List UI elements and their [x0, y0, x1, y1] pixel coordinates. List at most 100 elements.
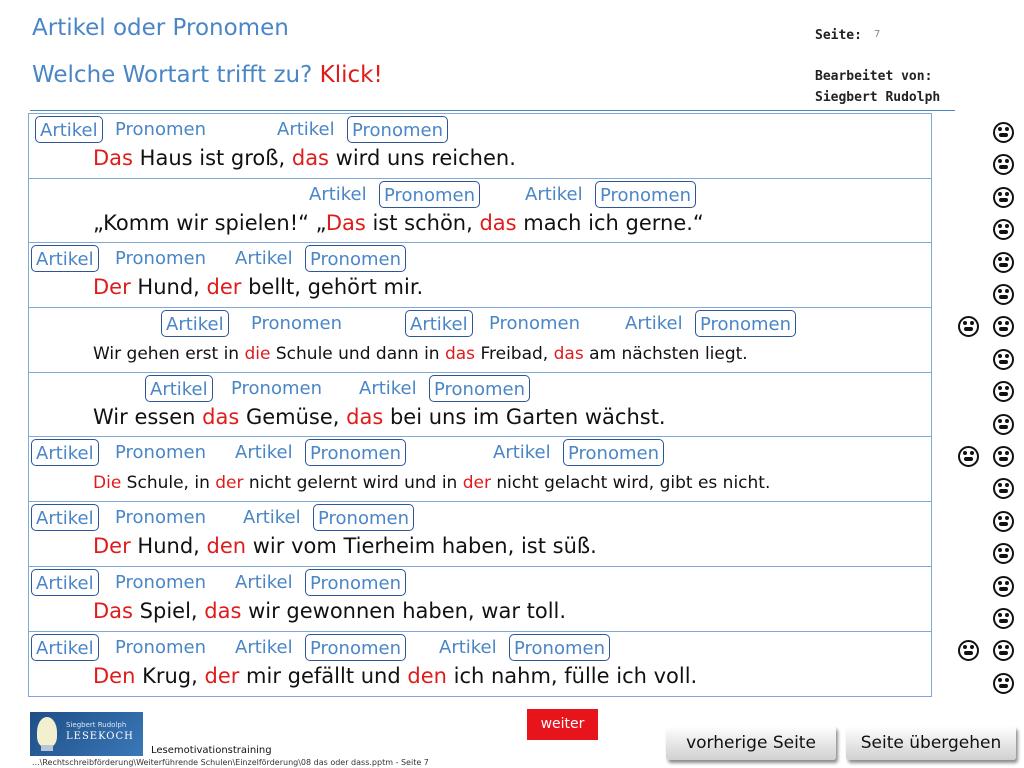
sentence: Wir gehen erst in die Schule und dann in…	[93, 344, 748, 365]
question: Welche Wortart trifft zu? Klick!	[32, 62, 383, 88]
option-pronomen[interactable]: Pronomen	[305, 568, 406, 596]
frown-face-icon	[958, 316, 979, 337]
option-artikel[interactable]: Artikel	[31, 633, 99, 661]
exercise-row: Artikel Pronomen Artikel Pronomen Artike…	[29, 308, 931, 373]
sentence: Wir essen das Gemüse, das bei uns im Gar…	[93, 404, 666, 429]
exercise-row: Artikel Pronomen Artikel Pronomen Das Sp…	[29, 567, 931, 632]
option-pronomen[interactable]: Pronomen	[305, 245, 406, 273]
option-artikel[interactable]: Artikel	[273, 116, 339, 143]
exercise-list: Artikel Pronomen Artikel Pronomen Das Ha…	[28, 113, 932, 698]
option-artikel[interactable]: Artikel	[31, 439, 99, 467]
option-pronomen[interactable]: Pronomen	[247, 310, 346, 337]
sentence: Der Hund, der bellt, gehört mir.	[93, 275, 424, 300]
frown-face-icon	[993, 576, 1014, 597]
weiter-button[interactable]: weiter	[527, 709, 598, 740]
exercise-row: Artikel Pronomen Artikel Pronomen „Komm …	[29, 179, 931, 244]
option-artikel[interactable]: Artikel	[305, 181, 371, 208]
lightbulb-base	[41, 745, 53, 751]
sentence: Die Schule, in der nicht gelernt wird un…	[93, 473, 771, 494]
option-pronomen[interactable]: Pronomen	[111, 634, 210, 661]
question-text: Welche Wortart trifft zu?	[32, 62, 313, 88]
option-pronomen[interactable]: Pronomen	[305, 633, 406, 661]
frown-face-icon	[993, 478, 1014, 499]
option-artikel[interactable]: Artikel	[405, 310, 473, 338]
option-pronomen[interactable]: Pronomen	[429, 374, 530, 402]
option-pronomen[interactable]: Pronomen	[563, 439, 664, 467]
header-divider	[30, 110, 955, 111]
exercise-row: Artikel Pronomen Artikel Pronomen Wir es…	[29, 373, 931, 438]
editor-name: Siegbert Rudolph	[815, 90, 941, 105]
frown-face-icon	[993, 349, 1014, 370]
frown-face-icon	[993, 284, 1014, 305]
frown-face-icon	[993, 608, 1014, 629]
sentence: Den Krug, der mir gefällt und den ich na…	[93, 663, 698, 688]
frown-face-icon	[993, 511, 1014, 532]
option-artikel[interactable]: Artikel	[239, 504, 305, 531]
exercise-row: Artikel Pronomen Artikel Pronomen Das Ha…	[29, 114, 931, 179]
editor-info: Bearbeitet von: Siegbert Rudolph	[815, 66, 940, 108]
frown-face-icon	[993, 187, 1014, 208]
option-artikel[interactable]: Artikel	[521, 181, 587, 208]
sentence: Das Spiel, das wir gewonnen haben, war t…	[93, 598, 567, 623]
option-artikel[interactable]: Artikel	[231, 245, 297, 272]
option-pronomen[interactable]: Pronomen	[313, 504, 414, 532]
option-pronomen[interactable]: Pronomen	[111, 504, 210, 531]
exercise-row: Artikel Pronomen Artikel Pronomen Artike…	[29, 437, 931, 503]
frown-face-icon	[993, 316, 1014, 337]
option-pronomen[interactable]: Pronomen	[695, 310, 796, 338]
frown-face-icon	[993, 640, 1014, 661]
page-number: 7	[874, 29, 881, 40]
option-pronomen[interactable]: Pronomen	[595, 180, 696, 208]
option-pronomen[interactable]: Pronomen	[379, 180, 480, 208]
program-name: Lesemotivationstraining	[151, 745, 272, 756]
frown-face-icon	[993, 446, 1014, 467]
previous-page-button[interactable]: vorherige Seite	[666, 726, 836, 760]
exercise-row: Artikel Pronomen Artikel Pronomen Der Hu…	[29, 502, 931, 567]
option-pronomen[interactable]: Pronomen	[111, 569, 210, 596]
logo-brand: LESEKOCH	[66, 731, 134, 742]
option-artikel[interactable]: Artikel	[31, 504, 99, 532]
option-pronomen[interactable]: Pronomen	[347, 116, 448, 143]
frown-face-icon	[993, 414, 1014, 435]
logo-author: Siegbert Rudolph	[66, 721, 127, 729]
option-pronomen[interactable]: Pronomen	[111, 245, 210, 272]
editor-label: Bearbeitet von:	[815, 69, 933, 84]
option-artikel[interactable]: Artikel	[489, 439, 555, 466]
option-artikel[interactable]: Artikel	[355, 375, 421, 402]
frown-face-icon	[993, 219, 1014, 240]
option-artikel[interactable]: Artikel	[145, 374, 213, 402]
option-pronomen[interactable]: Pronomen	[485, 310, 584, 337]
frown-face-icon	[958, 446, 979, 467]
option-artikel[interactable]: Artikel	[231, 634, 297, 661]
sentence: Der Hund, den wir vom Tierheim haben, is…	[93, 534, 597, 559]
page-label: Seite:	[815, 28, 862, 43]
click-hint: Klick!	[319, 62, 383, 88]
option-pronomen[interactable]: Pronomen	[111, 439, 210, 466]
skip-page-button[interactable]: Seite übergehen	[846, 726, 1016, 760]
option-pronomen[interactable]: Pronomen	[111, 116, 210, 143]
option-artikel[interactable]: Artikel	[231, 439, 297, 466]
frown-face-icon	[993, 543, 1014, 564]
option-artikel[interactable]: Artikel	[31, 245, 99, 273]
frown-face-icon	[993, 252, 1014, 273]
option-artikel[interactable]: Artikel	[621, 310, 687, 337]
lesekoch-logo: Siegbert Rudolph LESEKOCH	[30, 712, 143, 756]
frown-face-icon	[993, 381, 1014, 402]
option-artikel[interactable]: Artikel	[231, 569, 297, 596]
option-artikel[interactable]: Artikel	[31, 568, 99, 596]
option-artikel[interactable]: Artikel	[435, 634, 501, 661]
option-pronomen[interactable]: Pronomen	[509, 633, 610, 661]
exercise-row: Artikel Pronomen Artikel Pronomen Der Hu…	[29, 243, 931, 309]
lightbulb-icon	[37, 717, 57, 747]
option-artikel[interactable]: Artikel	[161, 310, 229, 338]
frown-face-icon	[993, 154, 1014, 175]
frown-face-icon	[958, 640, 979, 661]
sentence: Das Haus ist groß, das wird uns reichen.	[93, 146, 516, 170]
exercise-row: Artikel Pronomen Artikel Pronomen Artike…	[29, 632, 931, 697]
option-pronomen[interactable]: Pronomen	[305, 439, 406, 467]
option-pronomen[interactable]: Pronomen	[227, 375, 326, 402]
frown-face-icon	[993, 673, 1014, 694]
sentence: „Komm wir spielen!“ „Das ist schön, das …	[93, 210, 704, 235]
option-artikel[interactable]: Artikel	[35, 116, 103, 143]
page-title: Artikel oder Pronomen	[32, 15, 289, 41]
